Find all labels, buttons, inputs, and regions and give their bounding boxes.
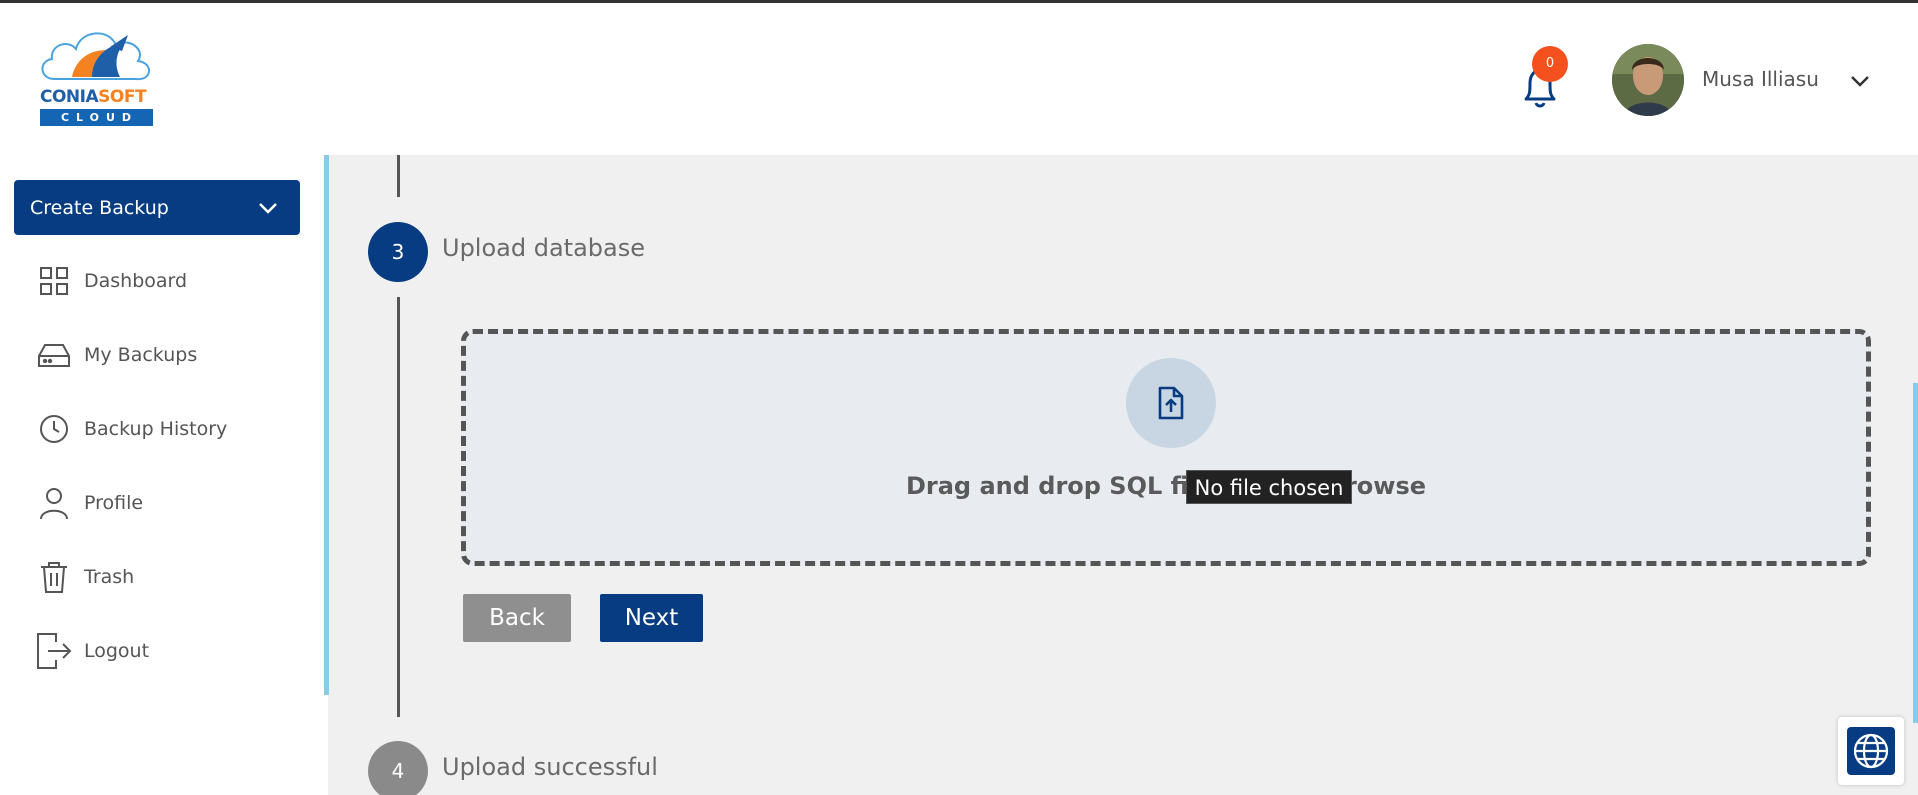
step-4-label: Upload successful — [442, 753, 658, 781]
logout-icon — [36, 633, 72, 669]
file-input-tooltip: No file chosen — [1186, 470, 1352, 504]
sidebar-item-trash[interactable]: Trash — [36, 555, 306, 599]
step-3-indicator: 3 — [368, 222, 428, 282]
sidebar-item-label: Dashboard — [84, 270, 188, 292]
back-button[interactable]: Back — [463, 594, 571, 642]
sidebar-item-label: Trash — [84, 566, 135, 588]
file-dropzone[interactable]: Drag and drop SQL file here or browse — [461, 329, 1871, 566]
logo-wordmark: CONIASOFT — [40, 87, 147, 107]
stepper-connector — [397, 297, 400, 717]
logo-cloud-icon — [41, 32, 150, 81]
sidebar-item-label: My Backups — [84, 344, 198, 366]
clock-icon — [36, 411, 72, 447]
sidebar: Create Backup Dashboard My Backups Backu… — [0, 153, 320, 795]
sidebar-item-logout[interactable]: Logout — [36, 629, 306, 673]
step-3-label: Upload database — [442, 234, 645, 262]
dropzone-instructions: Drag and drop SQL file here or browse — [905, 472, 1427, 500]
chevron-down-icon — [256, 196, 280, 220]
globe-icon — [1847, 727, 1895, 775]
notification-count-badge: 0 — [1532, 46, 1568, 82]
sidebar-item-backup-history[interactable]: Backup History — [36, 407, 306, 451]
sidebar-item-label: Logout — [84, 640, 150, 662]
create-backup-label: Create Backup — [30, 196, 169, 219]
sidebar-item-dashboard[interactable]: Dashboard — [36, 259, 306, 303]
sidebar-item-label: Profile — [84, 492, 144, 514]
drive-icon — [36, 337, 72, 373]
content-left-accent — [324, 155, 329, 695]
next-button[interactable]: Next — [600, 594, 703, 642]
sidebar-item-my-backups[interactable]: My Backups — [36, 333, 306, 377]
top-header: CONIASOFT CLOUD 0 Musa Illiasu — [0, 3, 1918, 153]
sidebar-item-label: Backup History — [84, 418, 228, 440]
sidebar-item-profile[interactable]: Profile — [36, 481, 306, 525]
scrollbar-thumb[interactable] — [1913, 383, 1918, 723]
user-icon — [36, 485, 72, 521]
trash-icon — [36, 559, 72, 595]
coniasoft-logo[interactable]: CONIASOFT CLOUD — [36, 21, 158, 131]
grid-icon — [36, 263, 72, 299]
chevron-down-icon[interactable] — [1848, 69, 1872, 93]
user-avatar[interactable] — [1612, 44, 1684, 116]
step-4-indicator: 4 — [368, 741, 428, 795]
language-switcher[interactable] — [1838, 717, 1904, 785]
user-name[interactable]: Musa Illiasu — [1702, 67, 1819, 91]
stepper-connector — [397, 155, 400, 197]
create-backup-button[interactable]: Create Backup — [14, 180, 300, 235]
upload-file-icon — [1126, 358, 1216, 448]
logo-cloud-label: CLOUD — [40, 109, 153, 126]
